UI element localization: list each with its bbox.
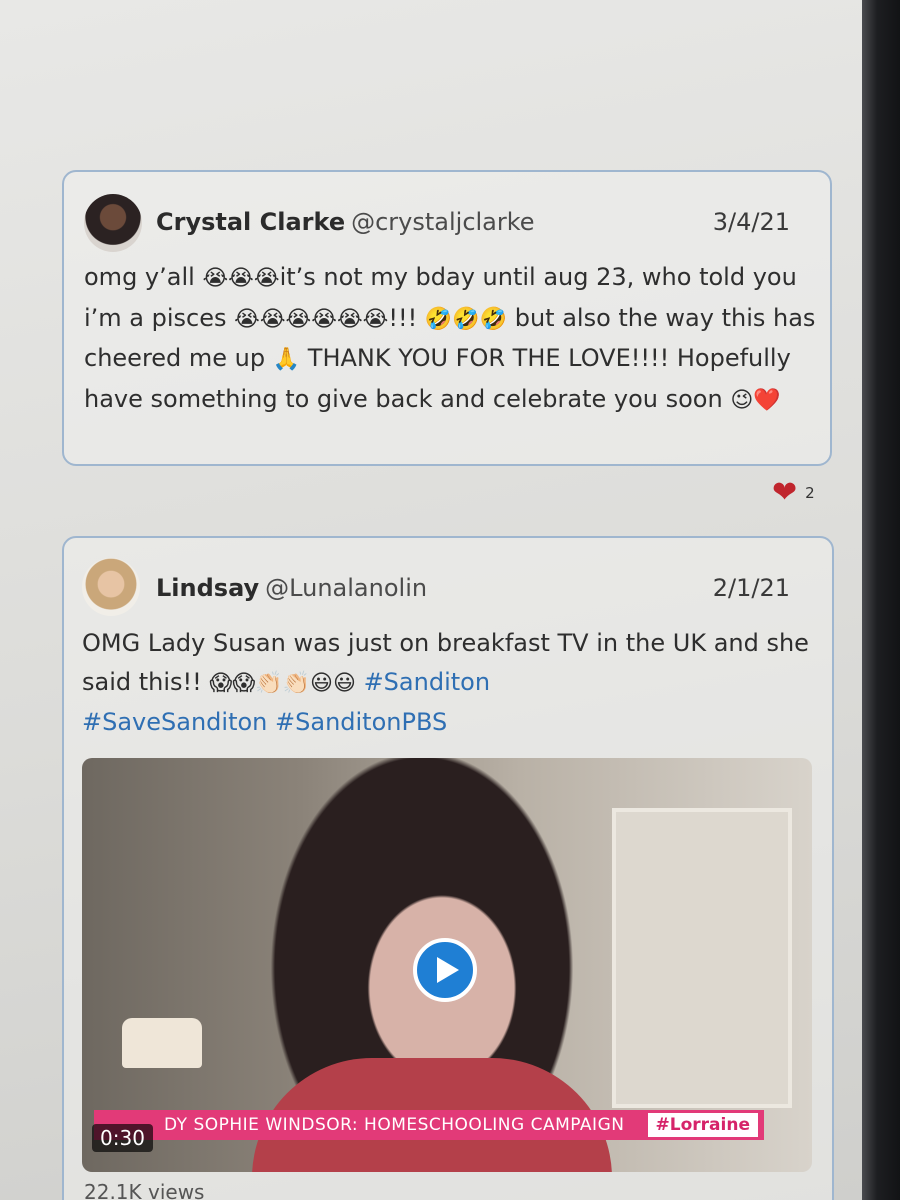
avatar[interactable] bbox=[84, 194, 142, 252]
display-name[interactable]: Crystal Clarke bbox=[156, 208, 345, 236]
play-button[interactable] bbox=[413, 938, 477, 1002]
emoji-group: 🤣🤣🤣 bbox=[424, 306, 508, 332]
emoji-group: 🙏 bbox=[272, 347, 301, 372]
handle[interactable]: @crystaljclarke bbox=[351, 208, 534, 236]
like-button[interactable]: ❤ 2 bbox=[772, 476, 815, 510]
hashtag-link[interactable]: #Sanditon bbox=[356, 668, 490, 696]
video-frame-detail bbox=[612, 808, 792, 1108]
banner-text: DY SOPHIE WINDSOR: HOMESCHOOLING CAMPAIG… bbox=[164, 1115, 625, 1135]
broadcast-banner: DY SOPHIE WINDSOR: HOMESCHOOLING CAMPAIG… bbox=[94, 1110, 764, 1140]
video-frame-detail bbox=[122, 1018, 202, 1068]
emoji-group: 😭😭😭😭😭😭 bbox=[234, 306, 389, 332]
display-name[interactable]: Lindsay bbox=[156, 574, 259, 602]
monitor-bezel bbox=[862, 0, 900, 1200]
handle[interactable]: @Lunalanolin bbox=[265, 574, 427, 602]
like-count: 2 bbox=[805, 484, 815, 502]
video-duration: 0:30 bbox=[92, 1124, 153, 1152]
tweet-date: 2/1/21 bbox=[712, 574, 790, 602]
play-icon bbox=[437, 957, 459, 983]
screen: Crystal Clarke @crystaljclarke 3/4/21 omg… bbox=[0, 0, 862, 1200]
video-player[interactable]: DY SOPHIE WINDSOR: HOMESCHOOLING CAMPAIG… bbox=[82, 758, 812, 1172]
text-segment: !!! bbox=[388, 303, 425, 332]
tweet-card-lindsay[interactable]: Lindsay @Lunalanolin 2/1/21 OMG Lady Susa… bbox=[62, 536, 834, 1200]
emoji-group: 😭😭😭 bbox=[202, 266, 280, 291]
tweet-text: omg y’all 😭😭😭it’s not my bday until aug … bbox=[84, 258, 819, 420]
tweet-card-crystal[interactable]: Crystal Clarke @crystaljclarke 3/4/21 omg… bbox=[62, 170, 832, 466]
banner-tag: #Lorraine bbox=[647, 1113, 758, 1137]
hashtag-link[interactable]: #SanditonPBS bbox=[267, 708, 447, 736]
tweet-text: OMG Lady Susan was just on breakfast TV … bbox=[82, 624, 822, 742]
emoji-group: 😉❤️ bbox=[730, 387, 781, 413]
text-segment: omg y’all bbox=[84, 263, 203, 291]
view-count: 22.1K views bbox=[84, 1180, 205, 1200]
emoji-group: 😱😱👏🏻👏🏻😃😃 bbox=[209, 670, 356, 696]
tweet-date: 3/4/21 bbox=[712, 208, 790, 236]
avatar[interactable] bbox=[82, 558, 140, 616]
author-name[interactable]: Lindsay @Lunalanolin bbox=[156, 574, 427, 602]
hashtag-link[interactable]: #SaveSanditon bbox=[82, 708, 267, 736]
author-name[interactable]: Crystal Clarke @crystaljclarke bbox=[156, 208, 535, 236]
heart-icon: ❤ bbox=[772, 475, 798, 510]
